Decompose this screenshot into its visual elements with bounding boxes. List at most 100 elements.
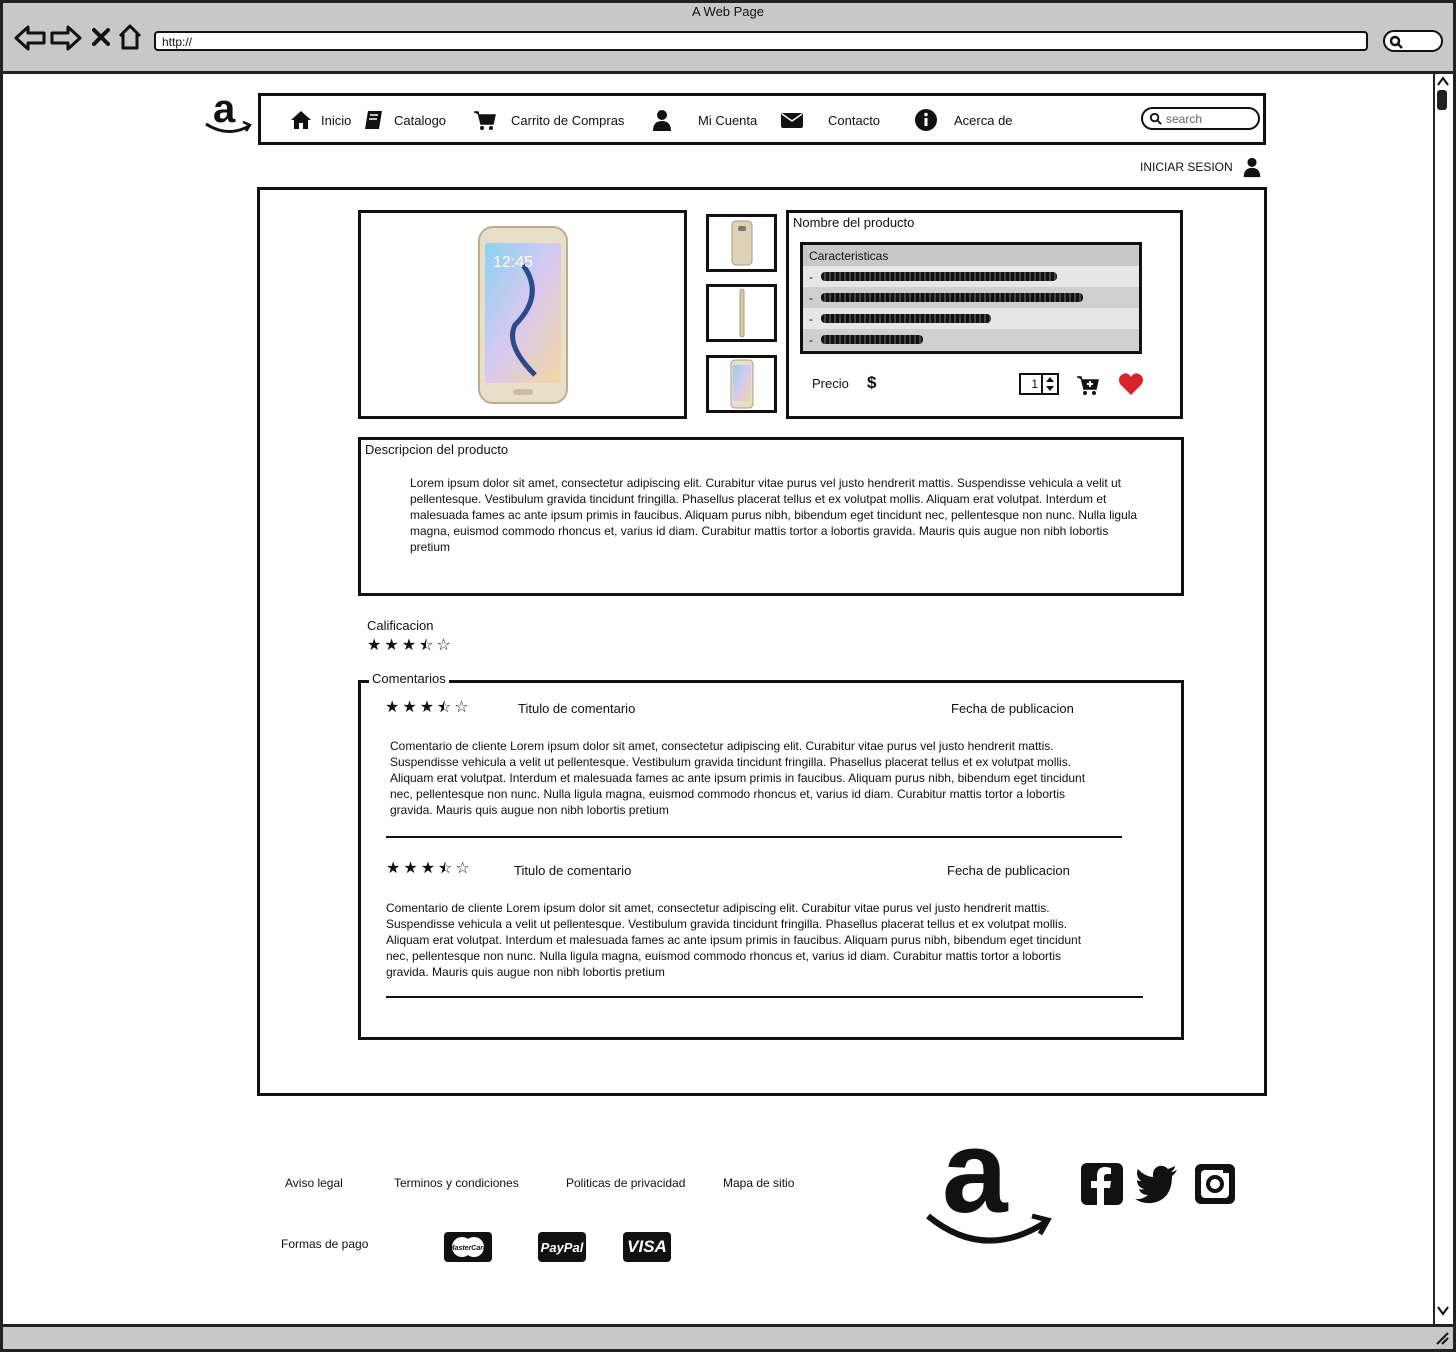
search-placeholder: search xyxy=(1166,111,1203,126)
twitter-icon[interactable] xyxy=(1135,1162,1179,1206)
star-full-icon: ★ xyxy=(403,860,418,877)
comments-title: Comentarios xyxy=(369,671,449,686)
phone-front-image xyxy=(730,359,753,409)
star-empty-icon: ☆ xyxy=(436,637,451,654)
scroll-thumb[interactable] xyxy=(1437,90,1447,110)
product-name: Nombre del producto xyxy=(793,215,915,230)
nav-item-acerca-de[interactable]: Acerca de xyxy=(914,108,1013,132)
login-label: INICIAR SESION xyxy=(1140,160,1233,174)
paypal-icon: PayPal xyxy=(538,1232,586,1262)
redacted-text xyxy=(821,335,923,344)
star-full-icon: ★ xyxy=(384,637,399,654)
redacted-text xyxy=(821,314,991,323)
mastercard-text: MasterCard xyxy=(449,1245,488,1252)
quantity-stepper[interactable]: 1 xyxy=(1019,373,1059,395)
home-browser-icon[interactable] xyxy=(117,23,143,51)
facebook-icon[interactable] xyxy=(1080,1162,1124,1206)
nav-item-catalogo[interactable]: Catalogo xyxy=(362,108,446,132)
user-icon xyxy=(653,110,671,131)
resize-grip-icon[interactable] xyxy=(1435,1331,1449,1345)
star-full-icon: ★ xyxy=(420,860,436,877)
info-icon xyxy=(915,109,937,131)
feature-item: - xyxy=(803,287,1139,308)
star-full-icon: ★ xyxy=(385,699,400,716)
mastercard-logo: MasterCard xyxy=(449,1237,488,1257)
thumbnail-front[interactable] xyxy=(706,355,777,413)
comment-date: Fecha de publicacion xyxy=(951,701,1074,716)
product-star-rating[interactable]: ★ ★ ★ ★ ☆ ☆ xyxy=(367,638,451,654)
phone-side-image xyxy=(739,288,744,338)
star-empty-icon: ☆ xyxy=(454,699,469,716)
star-full-icon: ★ xyxy=(402,699,417,716)
instagram-icon[interactable] xyxy=(1193,1162,1237,1206)
nav-item-carrito[interactable]: Carrito de Compras xyxy=(473,108,624,132)
nav-label: Acerca de xyxy=(954,112,1013,128)
svg-text:a: a xyxy=(942,1112,1009,1238)
nav-item-mi-cuenta[interactable]: Mi Cuenta xyxy=(650,108,757,132)
price-label: Precio xyxy=(812,376,849,391)
comment-divider xyxy=(386,836,1122,838)
thumbnail-side[interactable] xyxy=(706,284,777,342)
phone-time: 12:45 xyxy=(493,254,533,271)
comment-date: Fecha de publicacion xyxy=(947,863,1070,878)
amazon-logo[interactable]: a xyxy=(203,88,253,140)
comment-text: Comentario de cliente Lorem ipsum dolor … xyxy=(386,901,1082,979)
vertical-scrollbar[interactable] xyxy=(1433,74,1451,1324)
url-input[interactable]: http:// xyxy=(154,31,1368,51)
comment-divider xyxy=(386,996,1143,998)
footer-link-mapa-sitio[interactable]: Mapa de sitio xyxy=(723,1176,794,1190)
mastercard-icon: MasterCard xyxy=(444,1232,492,1262)
redacted-text xyxy=(821,293,1083,302)
browser-search-field[interactable] xyxy=(1383,30,1443,52)
nav-item-contacto[interactable]: Contacto xyxy=(780,108,880,132)
stepper-arrows[interactable] xyxy=(1041,375,1057,393)
stepper-updown-icon xyxy=(1046,377,1054,391)
star-full-icon: ★ xyxy=(386,860,401,877)
nav-label: Inicio xyxy=(321,112,352,128)
payment-methods-label: Formas de pago xyxy=(281,1237,369,1251)
nav-item-inicio[interactable]: Inicio xyxy=(289,108,351,132)
features-list: Caracteristicas - - - - xyxy=(800,242,1142,354)
home-icon xyxy=(291,111,311,129)
nav-label: Catalogo xyxy=(394,112,447,128)
scroll-up-icon[interactable] xyxy=(1437,76,1449,86)
user-icon xyxy=(1243,157,1260,178)
add-to-cart-icon[interactable] xyxy=(1076,374,1100,396)
phone-back-image xyxy=(731,220,752,266)
window-title: A Web Page xyxy=(691,4,765,19)
amazon-footer-logo[interactable]: a xyxy=(924,1112,1054,1252)
book-icon xyxy=(365,111,382,129)
product-main-image[interactable]: 12:45 xyxy=(358,210,687,419)
feature-item: - xyxy=(803,308,1139,329)
phone-image: 12:45 xyxy=(477,225,568,404)
redacted-text xyxy=(821,272,1057,281)
visa-icon: VISA xyxy=(623,1232,671,1262)
comment-star-rating: ★ ★ ★ ★ ☆ ☆ xyxy=(386,861,470,877)
search-input[interactable]: search xyxy=(1141,107,1260,130)
footer-link-aviso-legal[interactable]: Aviso legal xyxy=(285,1176,343,1190)
quantity-value: 1 xyxy=(1031,377,1038,391)
login-link[interactable]: INICIAR SESION xyxy=(1140,156,1263,178)
cart-icon xyxy=(474,111,496,130)
nav-label: Mi Cuenta xyxy=(698,112,758,128)
footer-link-privacidad[interactable]: Politicas de privacidad xyxy=(566,1176,685,1190)
forward-icon[interactable] xyxy=(50,24,82,52)
favorite-heart-icon[interactable] xyxy=(1118,372,1144,396)
scroll-down-icon[interactable] xyxy=(1437,1306,1449,1316)
thumbnail-back[interactable] xyxy=(706,214,777,272)
envelope-icon xyxy=(781,113,803,128)
back-icon[interactable] xyxy=(14,24,46,52)
footer-link-terminos[interactable]: Terminos y condiciones xyxy=(394,1176,519,1190)
comment-text: Comentario de cliente Lorem ipsum dolor … xyxy=(390,739,1086,817)
search-icon xyxy=(1149,112,1162,125)
star-full-icon: ★ xyxy=(401,637,417,654)
nav-label: Contacto xyxy=(828,112,881,128)
window-frame-left xyxy=(0,74,3,1326)
comment-star-rating: ★ ★ ★ ★ ☆ ☆ xyxy=(385,700,469,716)
star-half-icon: ★ ☆ xyxy=(438,860,453,877)
stop-icon[interactable] xyxy=(92,28,110,46)
comments-panel xyxy=(358,680,1184,1040)
features-title: Caracteristicas xyxy=(803,245,1139,266)
star-half-icon: ★ ☆ xyxy=(419,637,434,654)
feature-item: - xyxy=(803,329,1139,350)
